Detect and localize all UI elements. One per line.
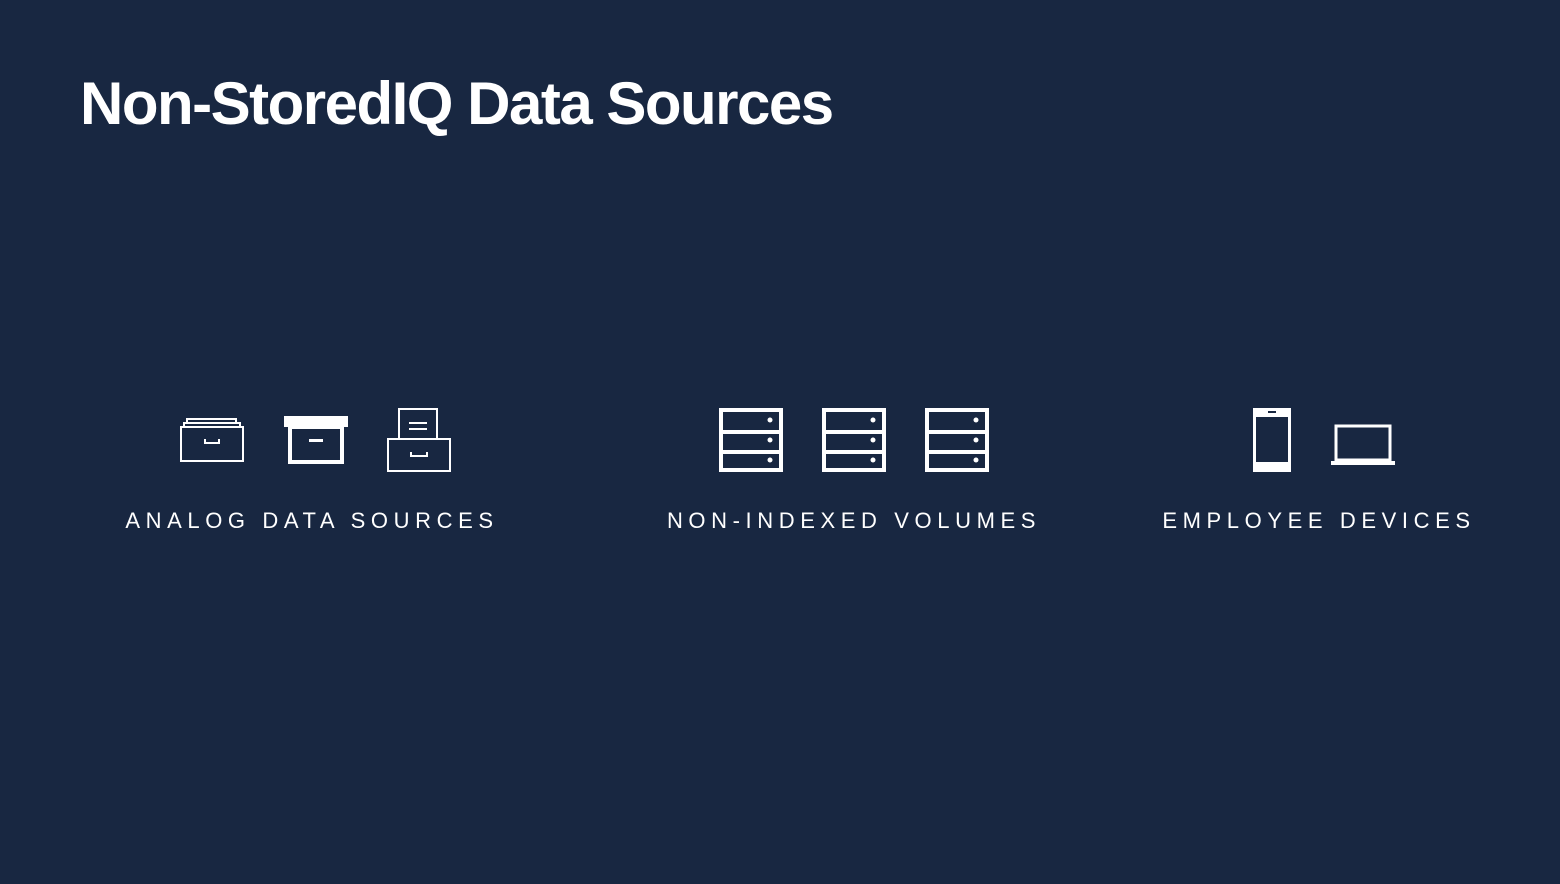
server-icon — [925, 408, 989, 472]
group-label-devices: EMPLOYEE DEVICES — [1162, 508, 1476, 533]
server-icon — [822, 408, 886, 472]
archive-box-icon — [284, 416, 348, 464]
group-label-volumes: NON-INDEXED VOLUMES — [666, 508, 1042, 533]
page-title: Non-StoredIQ Data Sources — [80, 70, 834, 137]
smartphone-icon — [1253, 408, 1291, 472]
document-tray-icon — [387, 408, 451, 472]
server-icon — [719, 408, 783, 472]
laptop-icon — [1331, 424, 1395, 465]
file-drawer-icon — [180, 418, 244, 462]
group-label-analog: ANALOG DATA SOURCES — [125, 508, 499, 533]
